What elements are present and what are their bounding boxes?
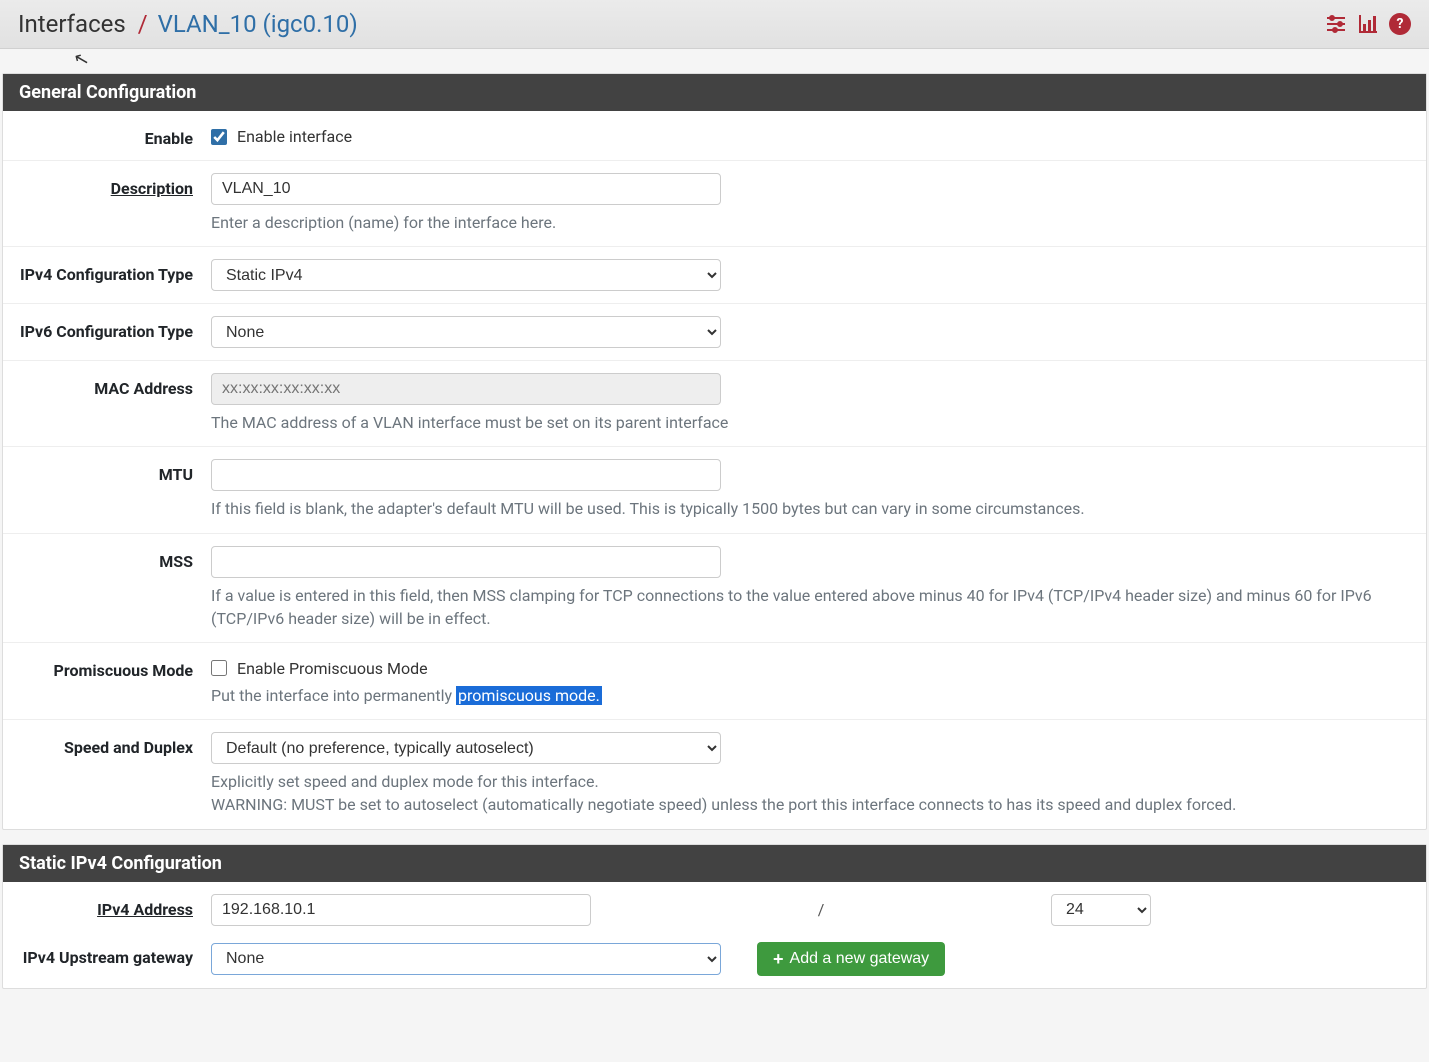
row-description: Description Enter a description (name) f…: [3, 160, 1426, 246]
label-mtu: MTU: [3, 459, 211, 484]
promiscuous-help: Put the interface into permanently promi…: [211, 684, 1408, 707]
label-mac-address: MAC Address: [3, 373, 211, 398]
label-promiscuous: Promiscuous Mode: [3, 655, 211, 680]
panel-heading-general: General Configuration: [3, 74, 1426, 111]
enable-interface-label: Enable interface: [237, 127, 352, 146]
row-ipv6-config-type: IPv6 Configuration Type None: [3, 303, 1426, 360]
promiscuous-checkbox-label: Enable Promiscuous Mode: [237, 659, 428, 678]
label-ipv6-config-type: IPv6 Configuration Type: [3, 316, 211, 341]
speed-duplex-select[interactable]: Default (no preference, typically autose…: [211, 732, 721, 764]
sliders-icon[interactable]: [1325, 13, 1347, 35]
breadcrumb-root[interactable]: Interfaces: [18, 10, 126, 38]
panel-heading-static-ipv4: Static IPv4 Configuration: [3, 845, 1426, 882]
row-speed-duplex: Speed and Duplex Default (no preference,…: [3, 719, 1426, 828]
add-gateway-button[interactable]: + Add a new gateway: [757, 942, 945, 976]
bar-chart-icon[interactable]: [1357, 13, 1379, 35]
add-gateway-label: Add a new gateway: [790, 950, 930, 968]
description-input[interactable]: [211, 173, 721, 205]
mtu-help: If this field is blank, the adapter's de…: [211, 497, 1408, 520]
ipv4-address-input[interactable]: [211, 894, 591, 926]
breadcrumb: Interfaces / VLAN_10 (igc0.10): [18, 10, 358, 38]
breadcrumb-leaf[interactable]: VLAN_10 (igc0.10): [158, 10, 358, 38]
mss-input[interactable]: [211, 546, 721, 578]
enable-interface-checkbox-wrap[interactable]: Enable interface: [211, 123, 1408, 146]
label-enable: Enable: [3, 123, 211, 148]
row-mac-address: MAC Address The MAC address of a VLAN in…: [3, 360, 1426, 446]
help-icon[interactable]: ?: [1389, 13, 1411, 35]
description-help: Enter a description (name) for the inter…: [211, 211, 1408, 234]
page-header: Interfaces / VLAN_10 (igc0.10) ?: [0, 0, 1429, 49]
ipv4-config-type-select[interactable]: Static IPv4: [211, 259, 721, 291]
mac-address-input: [211, 373, 721, 405]
row-promiscuous: Promiscuous Mode Enable Promiscuous Mode…: [3, 642, 1426, 719]
label-speed-duplex: Speed and Duplex: [3, 732, 211, 757]
plus-icon: +: [773, 950, 784, 968]
label-ipv4-gateway: IPv4 Upstream gateway: [3, 942, 211, 967]
row-ipv4-address: IPv4 Address / 24: [3, 882, 1426, 938]
speed-duplex-help2: WARNING: MUST be set to autoselect (auto…: [211, 793, 1408, 816]
breadcrumb-separator: /: [138, 10, 148, 38]
mtu-input[interactable]: [211, 459, 721, 491]
row-enable: Enable Enable interface: [3, 111, 1426, 160]
speed-duplex-help1: Explicitly set speed and duplex mode for…: [211, 770, 1408, 793]
row-mtu: MTU If this field is blank, the adapter'…: [3, 446, 1426, 532]
label-ipv4-address: IPv4 Address: [97, 900, 193, 919]
enable-interface-checkbox[interactable]: [211, 129, 227, 145]
mss-help: If a value is entered in this field, the…: [211, 584, 1408, 630]
row-ipv4-gateway: IPv4 Upstream gateway None + Add a new g…: [3, 938, 1426, 988]
ipv6-config-type-select[interactable]: None: [211, 316, 721, 348]
panel-general-configuration: General Configuration Enable Enable inte…: [2, 73, 1427, 830]
row-mss: MSS If a value is entered in this field,…: [3, 533, 1426, 642]
promiscuous-checkbox[interactable]: [211, 660, 227, 676]
mouse-cursor-icon: ↖: [72, 47, 92, 71]
label-ipv4-config-type: IPv4 Configuration Type: [3, 259, 211, 284]
ipv4-mask-select[interactable]: 24: [1051, 894, 1151, 926]
mac-address-help: The MAC address of a VLAN interface must…: [211, 411, 1408, 434]
label-mss: MSS: [3, 546, 211, 571]
promiscuous-checkbox-wrap[interactable]: Enable Promiscuous Mode: [211, 655, 1408, 678]
ipv4-gateway-select[interactable]: None: [211, 943, 721, 975]
row-ipv4-config-type: IPv4 Configuration Type Static IPv4: [3, 246, 1426, 303]
ipv4-mask-separator: /: [591, 900, 1051, 919]
panel-static-ipv4: Static IPv4 Configuration IPv4 Address /…: [2, 844, 1427, 989]
promiscuous-mode-link[interactable]: promiscuous mode.: [456, 686, 602, 705]
label-description: Description: [111, 179, 193, 198]
